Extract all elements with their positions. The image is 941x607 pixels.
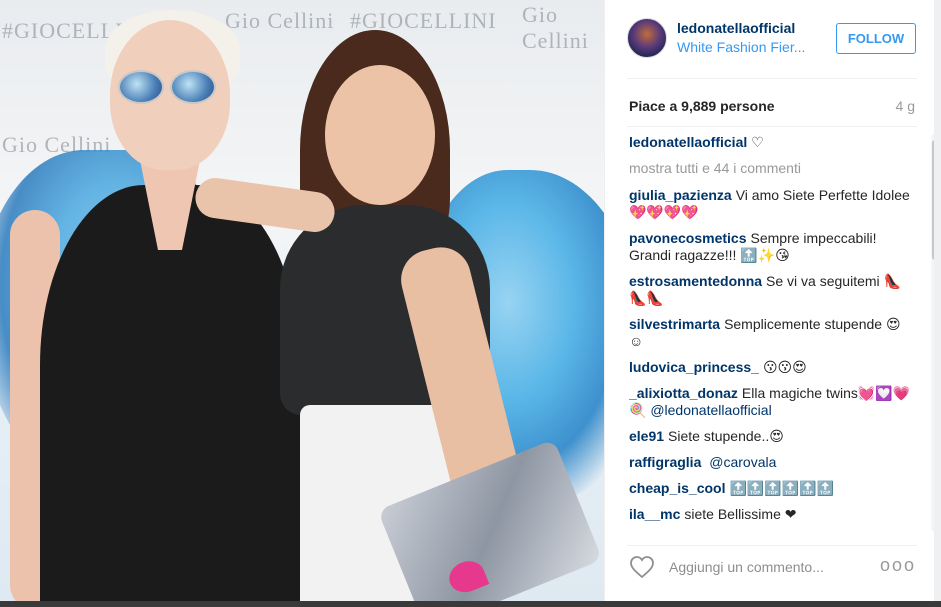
comment-username[interactable]: estrosamentedonna bbox=[629, 273, 762, 289]
post-time[interactable]: 4 g bbox=[896, 98, 915, 114]
comment-username[interactable]: ledonatellaofficial bbox=[629, 134, 747, 150]
comment-username[interactable]: ele91 bbox=[629, 428, 664, 444]
caption: ledonatellaofficial ♡ bbox=[629, 134, 914, 151]
comment-item: zanellatoalessia Grazie di esistere bbox=[629, 532, 914, 534]
follow-button[interactable]: FOLLOW bbox=[836, 23, 916, 54]
comment-text: 😗😗😍 bbox=[762, 359, 807, 375]
comment-item: silvestrimarta Semplicemente stupende 😍☺ bbox=[629, 316, 914, 350]
comment-text: ♡ bbox=[751, 134, 764, 150]
post-actions: ooo bbox=[605, 545, 941, 601]
comment-text: Siete stupende..😍 bbox=[668, 428, 784, 444]
post-photo[interactable]: #GIOCELLINI Gio Cellini #GIOCELLINI Gio … bbox=[0, 0, 604, 601]
comment-username[interactable]: _alixiotta_donaz bbox=[629, 385, 738, 401]
comment-text: 🔝🔝🔝🔝🔝🔝 bbox=[729, 480, 835, 496]
location-link[interactable]: White Fashion Fier... bbox=[677, 39, 817, 55]
comment-item: ele91 Siete stupende..😍 bbox=[629, 428, 914, 445]
username-link[interactable]: ledonatellaofficial bbox=[677, 20, 795, 36]
comment-username[interactable]: giulia_pazienza bbox=[629, 187, 732, 203]
post-header: ledonatellaofficial White Fashion Fier..… bbox=[605, 0, 941, 78]
comment-text: Grazie di esistere bbox=[740, 532, 849, 534]
comment-item: ludovica_princess_ 😗😗😍 bbox=[629, 359, 914, 376]
comment-username[interactable]: raffigraglia bbox=[629, 454, 701, 470]
comments-list: ledonatellaofficial ♡ mostra tutti e 44 i… bbox=[629, 134, 914, 534]
avatar[interactable] bbox=[627, 18, 667, 58]
comment-mention-link[interactable]: @carovala bbox=[709, 454, 776, 470]
comment-item: _alixiotta_donaz Ella magiche twins💓💟💗🍭 @… bbox=[629, 385, 914, 419]
comment-username[interactable]: pavonecosmetics bbox=[629, 230, 747, 246]
comment-item: cheap_is_cool 🔝🔝🔝🔝🔝🔝 bbox=[629, 480, 914, 497]
comment-item: estrosamentedonna Se vi va seguitemi 👠👠👠 bbox=[629, 273, 914, 307]
woman-left bbox=[10, 10, 300, 601]
more-options-icon[interactable]: ooo bbox=[880, 555, 916, 576]
divider bbox=[627, 78, 917, 79]
heart-icon[interactable] bbox=[629, 555, 655, 579]
comment-text: siete Bellissime ❤ bbox=[684, 506, 797, 522]
comment-item: ila__mc siete Bellissime ❤ bbox=[629, 506, 914, 523]
window-edge bbox=[934, 0, 941, 601]
comment-username[interactable]: cheap_is_cool bbox=[629, 480, 726, 496]
comment-username[interactable]: zanellatoalessia bbox=[629, 532, 736, 534]
comment-item: raffigraglia @carovala bbox=[629, 454, 914, 471]
view-all-comments-link[interactable]: mostra tutti e 44 i commenti bbox=[629, 160, 914, 177]
comment-username[interactable]: silvestrimarta bbox=[629, 316, 720, 332]
likes-count[interactable]: Piace a 9,889 persone bbox=[629, 98, 775, 114]
woman-right bbox=[280, 30, 603, 601]
post-sidebar: ledonatellaofficial White Fashion Fier..… bbox=[604, 0, 941, 601]
comment-mention-link[interactable]: @ledonatellaofficial bbox=[650, 402, 771, 418]
divider bbox=[627, 126, 917, 127]
comment-item: pavonecosmetics Sempre impeccabili! Grand… bbox=[629, 230, 914, 264]
add-comment-input[interactable] bbox=[669, 557, 879, 577]
comment-username[interactable]: ludovica_princess_ bbox=[629, 359, 759, 375]
bottom-bar bbox=[0, 601, 941, 607]
comment-username[interactable]: ila__mc bbox=[629, 506, 680, 522]
comment-item: giulia_pazienza Vi amo Siete Perfette Ido… bbox=[629, 187, 914, 221]
